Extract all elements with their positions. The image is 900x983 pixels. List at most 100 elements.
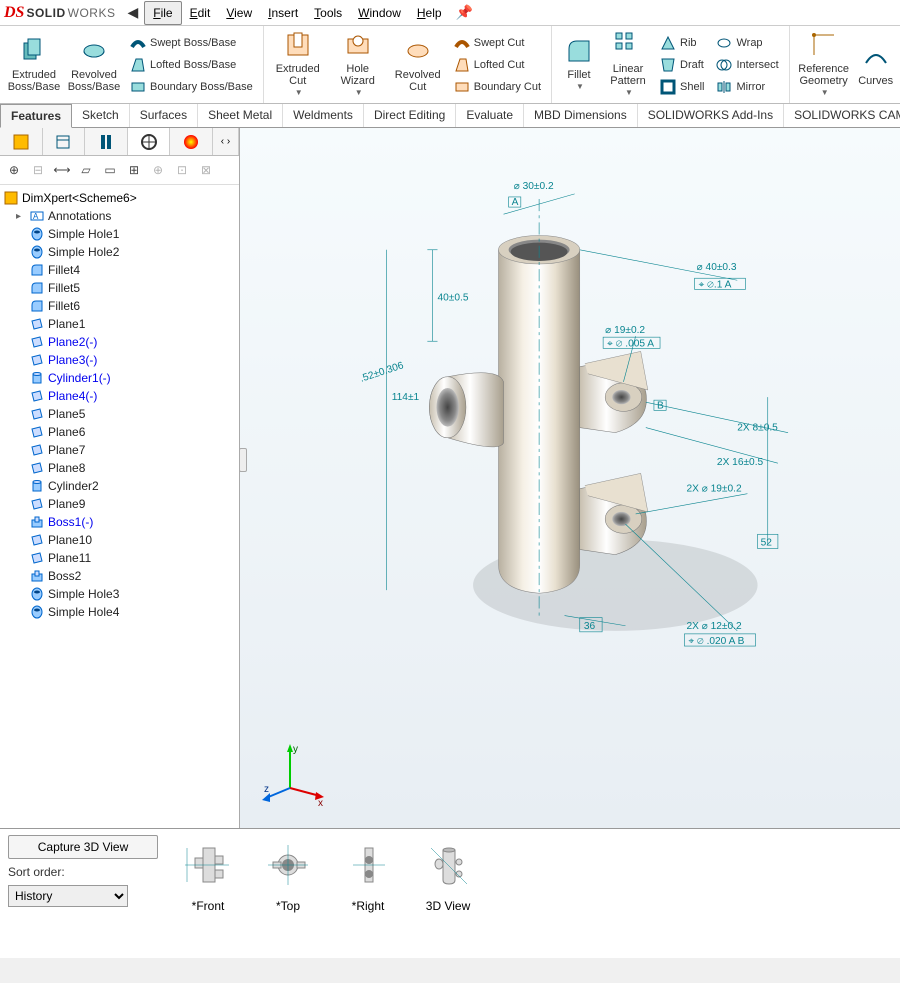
panel-tab-more[interactable]: ‹ › — [213, 128, 239, 155]
tree-item-simple-hole4[interactable]: Simple Hole4 — [0, 603, 239, 621]
menu-view[interactable]: View — [218, 2, 260, 24]
swept-boss-button[interactable]: Swept Boss/Base — [126, 33, 257, 53]
tree-item-simple-hole3[interactable]: Simple Hole3 — [0, 585, 239, 603]
splitter-handle[interactable] — [240, 448, 247, 472]
tree-item-simple-hole2[interactable]: Simple Hole2 — [0, 243, 239, 261]
tree-item-plane4-[interactable]: Plane4(-) — [0, 387, 239, 405]
boundary-boss-button[interactable]: Boundary Boss/Base — [126, 77, 257, 97]
panel-tab-dimxpert[interactable] — [128, 128, 171, 155]
view-right[interactable]: *Right — [338, 835, 398, 952]
fillet-icon — [565, 37, 593, 65]
tree-item-plane11[interactable]: Plane11 — [0, 549, 239, 567]
rib-button[interactable]: Rib — [656, 33, 708, 53]
tab-swcam[interactable]: SOLIDWORKS CAM — [784, 104, 900, 127]
swept-cut-icon — [454, 35, 470, 51]
menu-help[interactable]: Help — [409, 2, 450, 24]
side-panel: ‹ › ⊕ ⊟ ⟷ ▱ ▭ ⊞ ⊕ ⊡ ⊠ DimXpert<Scheme6> … — [0, 128, 240, 828]
tree-root[interactable]: DimXpert<Scheme6> — [0, 189, 239, 207]
tree-item-cylinder1-[interactable]: Cylinder1(-) — [0, 369, 239, 387]
tree-item-plane2-[interactable]: Plane2(-) — [0, 333, 239, 351]
tab-mbddimensions[interactable]: MBD Dimensions — [524, 104, 638, 127]
feature-tree: DimXpert<Scheme6> ▸AAnnotationsSimple Ho… — [0, 185, 239, 828]
datum-icon[interactable]: ▱ — [76, 160, 96, 180]
menu-file[interactable]: File — [144, 1, 181, 25]
tab-directediting[interactable]: Direct Editing — [364, 104, 456, 127]
curves-button[interactable]: Curves — [856, 30, 896, 100]
tree-item-plane9[interactable]: Plane9 — [0, 495, 239, 513]
revolved-boss-button[interactable]: Revolved Boss/Base — [66, 30, 122, 100]
lofted-boss-button[interactable]: Lofted Boss/Base — [126, 55, 257, 75]
reference-geometry-button[interactable]: Reference Geometry▼ — [796, 30, 852, 100]
auto-dimension-icon[interactable]: ⊕ — [4, 160, 24, 180]
view-front[interactable]: *Front — [178, 835, 238, 952]
size-dim-icon[interactable]: ⟷ — [52, 160, 72, 180]
boss-icon — [30, 569, 44, 583]
shell-button[interactable]: Shell — [656, 77, 708, 97]
copy-scheme-icon: ⊡ — [172, 160, 192, 180]
back-arrow-icon[interactable]: ◀ — [121, 4, 144, 21]
expand-icon[interactable]: ▸ — [16, 211, 26, 222]
linear-pattern-button[interactable]: Linear Pattern▼ — [604, 30, 652, 100]
fillet-button[interactable]: Fillet▼ — [558, 30, 600, 100]
menu-insert[interactable]: Insert — [260, 2, 306, 24]
tree-item-fillet4[interactable]: Fillet4 — [0, 261, 239, 279]
tab-sheetmetal[interactable]: Sheet Metal — [198, 104, 283, 127]
tree-item-plane8[interactable]: Plane8 — [0, 459, 239, 477]
tree-item-plane7[interactable]: Plane7 — [0, 441, 239, 459]
tree-item-plane3-[interactable]: Plane3(-) — [0, 351, 239, 369]
swept-cut-button[interactable]: Swept Cut — [450, 33, 545, 53]
panel-tab-property[interactable] — [43, 128, 86, 155]
mirror-button[interactable]: Mirror — [712, 77, 782, 97]
dimxpert-icon — [140, 133, 158, 151]
tree-item-simple-hole1[interactable]: Simple Hole1 — [0, 225, 239, 243]
tree-item-plane5[interactable]: Plane5 — [0, 405, 239, 423]
plane-icon — [30, 443, 44, 457]
3d-view-icon — [423, 840, 473, 890]
tree-item-fillet6[interactable]: Fillet6 — [0, 297, 239, 315]
menu-edit[interactable]: Edit — [182, 2, 219, 24]
tree-item-cylinder2[interactable]: Cylinder2 — [0, 477, 239, 495]
boundary-cut-button[interactable]: Boundary Cut — [450, 77, 545, 97]
intersect-button[interactable]: Intersect — [712, 55, 782, 75]
orientation-triad[interactable]: y x z — [260, 738, 330, 808]
tab-surfaces[interactable]: Surfaces — [130, 104, 198, 127]
model-view[interactable]: ⌀ 30±0.2 A ⌀ 40±0.3 ⌖ ⌀.1 A 40±0.5 — [300, 138, 890, 768]
hole-icon — [30, 227, 44, 241]
linear-pattern-icon — [614, 31, 642, 59]
tab-features[interactable]: Features — [0, 104, 72, 128]
menu-window[interactable]: Window — [350, 2, 409, 24]
tab-sketch[interactable]: Sketch — [72, 104, 130, 127]
pin-icon[interactable]: 📌 — [456, 4, 473, 21]
view-top[interactable]: *Top — [258, 835, 318, 952]
tab-weldments[interactable]: Weldments — [283, 104, 364, 127]
tree-item-plane6[interactable]: Plane6 — [0, 423, 239, 441]
main: ‹ › ⊕ ⊟ ⟷ ▱ ▭ ⊞ ⊕ ⊡ ⊠ DimXpert<Scheme6> … — [0, 128, 900, 828]
menu-tools[interactable]: Tools — [306, 2, 350, 24]
tab-evaluate[interactable]: Evaluate — [456, 104, 524, 127]
sort-order-select[interactable]: History — [8, 885, 128, 907]
capture-3d-view-button[interactable]: Capture 3D View — [8, 835, 158, 859]
panel-tab-feature-manager[interactable] — [0, 128, 43, 155]
boundary-cut-icon — [454, 79, 470, 95]
view-3d[interactable]: 3D View — [418, 835, 478, 952]
panel-tab-config[interactable] — [85, 128, 128, 155]
gtol-icon[interactable]: ▭ — [100, 160, 120, 180]
tree-item-boss1-[interactable]: Boss1(-) — [0, 513, 239, 531]
extruded-boss-button[interactable]: Extruded Boss/Base — [6, 30, 62, 100]
tree-item-boss2[interactable]: Boss2 — [0, 567, 239, 585]
tree-item-annotations[interactable]: ▸AAnnotations — [0, 207, 239, 225]
tree-item-fillet5[interactable]: Fillet5 — [0, 279, 239, 297]
revolved-cut-button[interactable]: Revolved Cut — [390, 30, 446, 100]
viewport[interactable]: ⌀ 30±0.2 A ⌀ 40±0.3 ⌖ ⌀.1 A 40±0.5 — [240, 128, 900, 828]
draft-button[interactable]: Draft — [656, 55, 708, 75]
lofted-cut-button[interactable]: Lofted Cut — [450, 55, 545, 75]
tab-swaddins[interactable]: SOLIDWORKS Add-Ins — [638, 104, 784, 127]
hole-wizard-button[interactable]: Hole Wizard▼ — [330, 30, 386, 100]
plane-icon — [30, 497, 44, 511]
tree-item-plane10[interactable]: Plane10 — [0, 531, 239, 549]
extruded-cut-button[interactable]: Extruded Cut▼ — [270, 30, 326, 100]
pattern-feature-icon[interactable]: ⊞ — [124, 160, 144, 180]
tree-item-plane1[interactable]: Plane1 — [0, 315, 239, 333]
panel-tab-appearance[interactable] — [170, 128, 213, 155]
wrap-button[interactable]: Wrap — [712, 33, 782, 53]
